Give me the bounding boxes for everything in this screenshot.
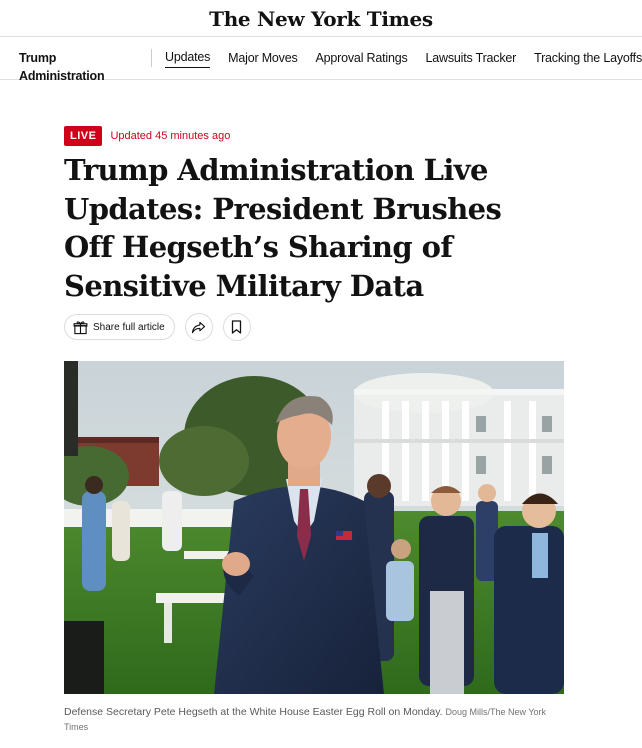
share-tools: Share full article <box>64 313 251 341</box>
nav-link-tracking-layoffs[interactable]: Tracking the Layoffs <box>534 49 642 67</box>
photo-caption: Defense Secretary Pete Hegseth at the Wh… <box>64 705 564 735</box>
nav-section-title[interactable]: Trump Administration <box>19 49 152 83</box>
live-status: LIVE Updated 45 minutes ago <box>64 126 230 146</box>
live-badge: LIVE <box>64 126 103 146</box>
nyt-logo[interactable]: The New York Times <box>209 7 433 31</box>
nav-link-approval-ratings[interactable]: Approval Ratings <box>316 49 408 67</box>
nav-link-lawsuits-tracker[interactable]: Lawsuits Tracker <box>426 49 517 67</box>
share-full-article-label: Share full article <box>93 321 165 333</box>
save-button[interactable] <box>222 313 251 341</box>
bookmark-icon <box>232 320 242 334</box>
nav-link-updates[interactable]: Updates <box>165 49 210 68</box>
updated-timestamp: Updated 45 minutes ago <box>110 130 231 142</box>
share-arrow-icon <box>192 321 206 333</box>
photo-illustration <box>64 361 564 694</box>
masthead: The New York Times <box>0 0 642 36</box>
gift-icon <box>73 320 88 334</box>
nav-link-major-moves[interactable]: Major Moves <box>228 49 298 67</box>
article-headline: Trump Administration Live Updates: Presi… <box>64 153 502 303</box>
share-button[interactable] <box>184 313 213 341</box>
article-lead-photo <box>64 361 564 694</box>
share-full-article-button[interactable]: Share full article <box>64 314 175 340</box>
caption-text: Defense Secretary Pete Hegseth at the Wh… <box>64 706 443 718</box>
section-nav: Trump Administration Updates Major Moves… <box>0 36 642 83</box>
